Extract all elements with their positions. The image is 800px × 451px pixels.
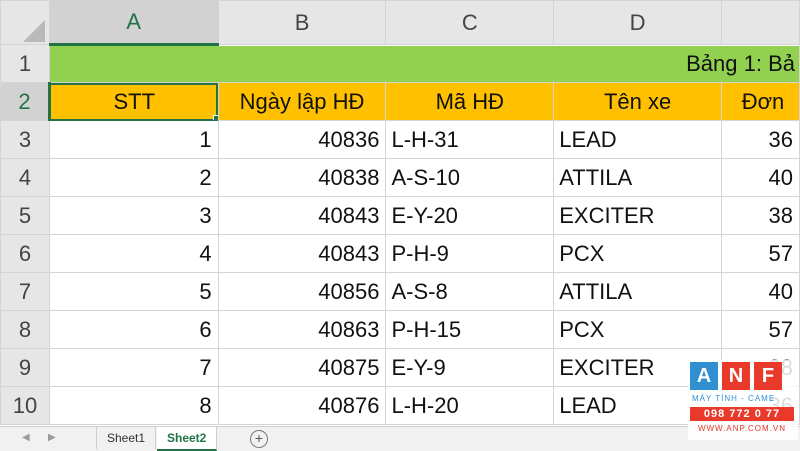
table-row: 7 5 40856 A-S-8 ATTILA 40 — [0, 272, 800, 311]
cell-ma-hd[interactable]: L-H-31 — [385, 120, 555, 159]
column-header-b[interactable]: B — [217, 0, 387, 45]
cell-ten-xe[interactable]: PCX — [553, 234, 723, 273]
logo-letter-a: A — [690, 362, 718, 390]
cell-don-gia[interactable]: 57 — [721, 234, 800, 273]
logo-letter-n: N — [722, 362, 750, 390]
cell-ngay-lap[interactable]: 40838 — [217, 158, 387, 197]
tab-sheet2[interactable]: Sheet2 — [157, 427, 218, 451]
table-row: 8 6 40863 P-H-15 PCX 57 — [0, 310, 800, 349]
cell-ma-hd[interactable]: P-H-15 — [385, 310, 555, 349]
title-merged-cell[interactable]: Bảng 1: Bả — [48, 44, 800, 83]
cell-ma-hd[interactable]: E-Y-9 — [385, 348, 555, 387]
select-all-corner[interactable] — [0, 0, 50, 45]
cell-stt[interactable]: 8 — [48, 386, 219, 425]
cell-ngay-lap[interactable]: 40843 — [217, 196, 387, 235]
logo-phone: 098 772 0 77 — [690, 407, 794, 421]
cell-ngay-lap[interactable]: 40843 — [217, 234, 387, 273]
fill-handle[interactable] — [212, 115, 218, 120]
cell-ten-xe[interactable]: ATTILA — [553, 158, 723, 197]
cell-don-gia[interactable]: 36 — [721, 120, 800, 159]
table-row: 9740875E-Y-9EXCITER38 — [0, 348, 800, 387]
anp-logo-watermark: A N F MÁY TÍNH - CAME 098 772 0 77 WWW.A… — [688, 360, 798, 440]
cell-stt[interactable]: 5 — [48, 272, 219, 311]
cell-ngay-lap[interactable]: 40876 — [217, 386, 387, 425]
column-header-c[interactable]: C — [385, 0, 555, 45]
cell-table: A B C D 1 Bảng 1: Bả 2 STT Ngày lập HĐ M… — [0, 0, 800, 425]
row-header-3[interactable]: 3 — [0, 120, 50, 159]
cell-ngay-lap[interactable]: 40875 — [217, 348, 387, 387]
row-header-6[interactable]: 6 — [0, 234, 50, 273]
header-cell-ten[interactable]: Tên xe — [553, 82, 723, 121]
cell-ten-xe[interactable]: PCX — [553, 310, 723, 349]
cell-ten-xe[interactable]: LEAD — [553, 120, 723, 159]
column-header-d[interactable]: D — [553, 0, 723, 45]
tab-sheet1[interactable]: Sheet1 — [96, 427, 157, 449]
cell-ten-xe[interactable]: ATTILA — [553, 272, 723, 311]
cell-don-gia[interactable]: 40 — [721, 158, 800, 197]
cell-ngay-lap[interactable]: 40863 — [217, 310, 387, 349]
column-header-e[interactable] — [721, 0, 800, 45]
cell-stt[interactable]: 4 — [48, 234, 219, 273]
sheet-tab-bar: ◀ ▶ Sheet1 Sheet2 + — [0, 426, 800, 451]
spreadsheet-grid: A B C D 1 Bảng 1: Bả 2 STT Ngày lập HĐ M… — [0, 0, 800, 426]
row-header-5[interactable]: 5 — [0, 196, 50, 235]
cell-ten-xe[interactable]: EXCITER — [553, 196, 723, 235]
cell-ma-hd[interactable]: A-S-10 — [385, 158, 555, 197]
table-row: 6 4 40843 P-H-9 PCX 57 — [0, 234, 800, 273]
column-header-a[interactable]: A — [48, 0, 219, 46]
data-rows: 3 1 40836 L-H-31 LEAD 36 4 2 40838 A-S-10 ATTILA 40… — [0, 120, 800, 425]
cell-stt[interactable]: 1 — [48, 120, 219, 159]
cell-don-gia[interactable]: 40 — [721, 272, 800, 311]
cell-ngay-lap[interactable]: 40856 — [217, 272, 387, 311]
cell-don-gia[interactable]: 57 — [721, 310, 800, 349]
table-row: 3 1 40836 L-H-31 LEAD 36 — [0, 120, 800, 159]
header-cell-stt[interactable]: STT — [48, 82, 219, 121]
plus-circle-icon[interactable]: + — [250, 430, 268, 448]
table-row: 2 STT Ngày lập HĐ Mã HĐ Tên xe Đơn — [0, 82, 800, 121]
row-header-8[interactable]: 8 — [0, 310, 50, 349]
table-row: 4 2 40838 A-S-10 ATTILA 40 — [0, 158, 800, 197]
row-header-4[interactable]: 4 — [0, 158, 50, 197]
header-label: STT — [113, 88, 156, 114]
logo-site: WWW.ANP.COM.VN — [697, 424, 787, 433]
cell-ma-hd[interactable]: A-S-8 — [385, 272, 555, 311]
logo-letter-f: F — [754, 362, 782, 390]
cell-ngay-lap[interactable]: 40836 — [217, 120, 387, 159]
tab-prev-icon[interactable]: ◀ — [22, 432, 30, 443]
cell-ma-hd[interactable]: L-H-20 — [385, 386, 555, 425]
row-header-2[interactable]: 2 — [0, 82, 51, 121]
table-row: 10840876L-H-20LEAD36 — [0, 386, 800, 425]
cell-stt[interactable]: 2 — [48, 158, 219, 197]
cell-ma-hd[interactable]: P-H-9 — [385, 234, 555, 273]
row-header-9[interactable]: 9 — [0, 348, 50, 387]
cell-stt[interactable]: 6 — [48, 310, 219, 349]
table-row: 5 3 40843 E-Y-20 EXCITER 38 — [0, 196, 800, 235]
cell-ma-hd[interactable]: E-Y-20 — [385, 196, 555, 235]
row-header-1[interactable]: 1 — [0, 44, 50, 83]
tab-next-icon[interactable]: ▶ — [48, 432, 56, 443]
row-header-7[interactable]: 7 — [0, 272, 50, 311]
cell-stt[interactable]: 7 — [48, 348, 219, 387]
cell-don-gia[interactable]: 38 — [721, 196, 800, 235]
column-header-row: A B C D — [0, 0, 800, 46]
table-row: 1 Bảng 1: Bả — [0, 44, 800, 83]
select-all-triangle-icon — [22, 19, 45, 42]
logo-tagline: MÁY TÍNH - CAME — [692, 394, 776, 403]
row-header-10[interactable]: 10 — [0, 386, 50, 425]
header-cell-don[interactable]: Đơn — [721, 82, 800, 121]
header-cell-ngay[interactable]: Ngày lập HĐ — [217, 82, 387, 121]
logo-letters: A N F — [690, 362, 782, 390]
header-cell-ma[interactable]: Mã HĐ — [385, 82, 555, 121]
cell-stt[interactable]: 3 — [48, 196, 219, 235]
